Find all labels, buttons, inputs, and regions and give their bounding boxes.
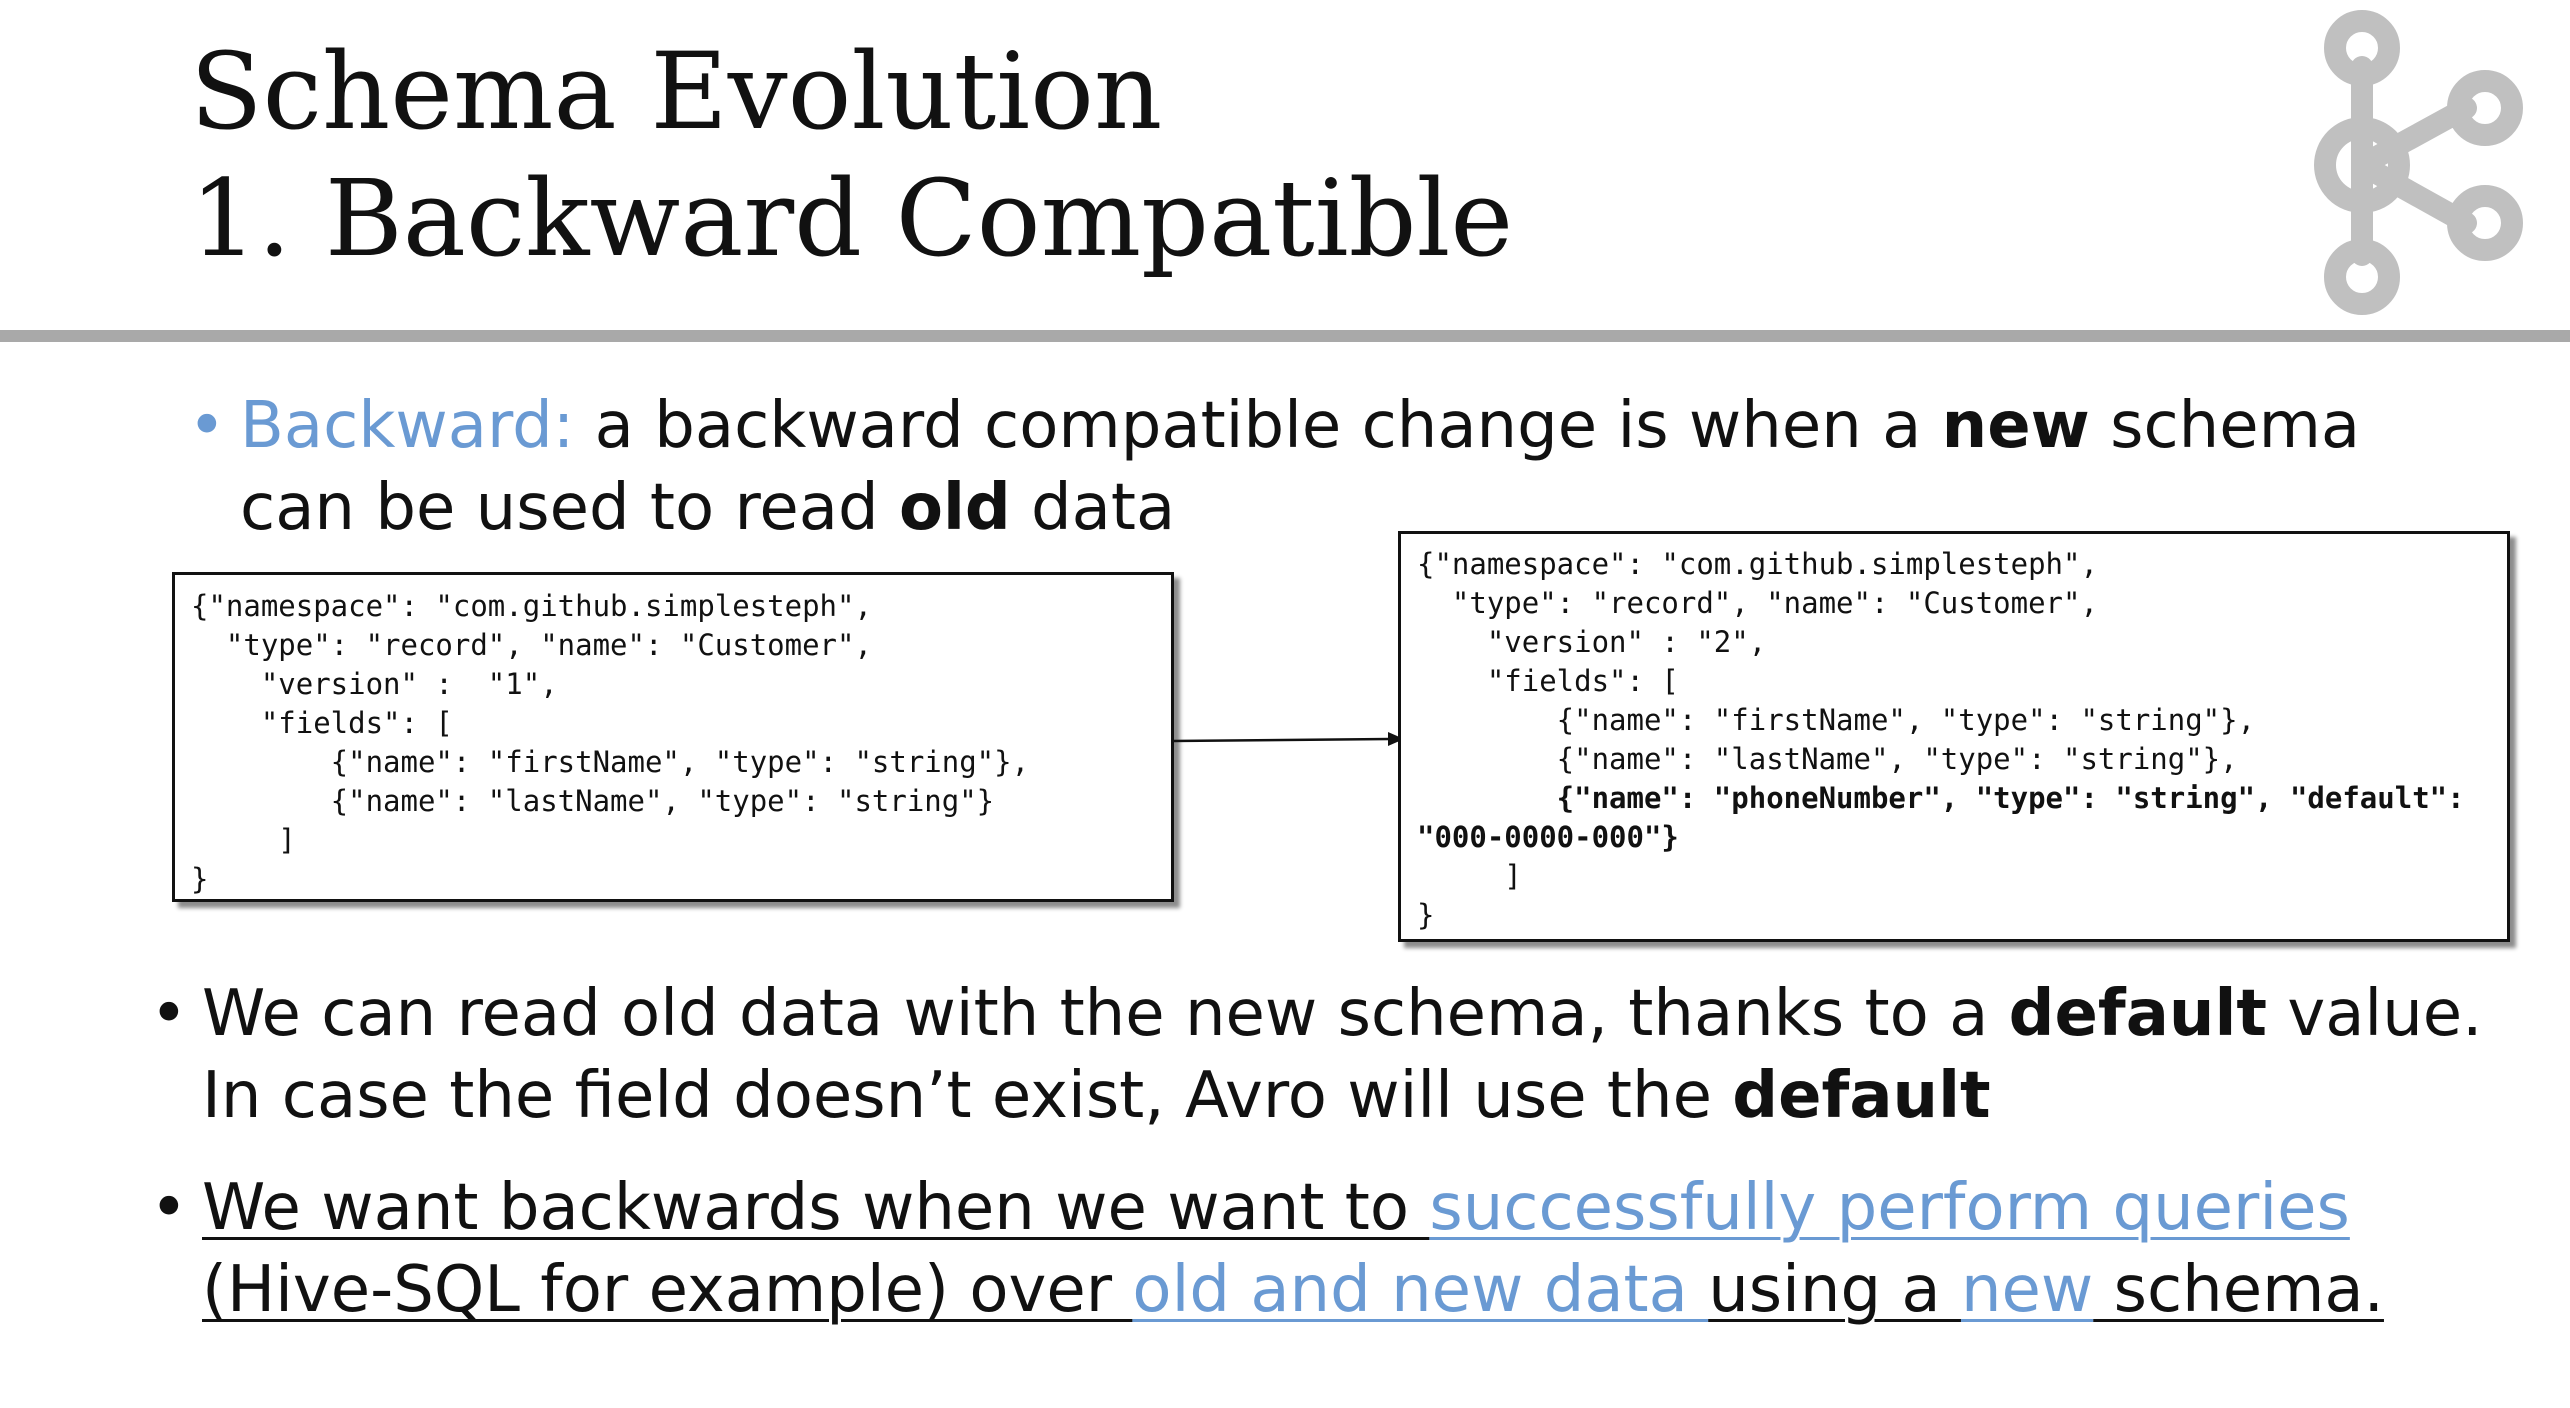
schema-v2-line: {"name": "lastName", "type": "string"}, (1417, 742, 2238, 776)
schema-v1-line: "type": "record", "name": "Customer", (191, 628, 872, 662)
schema-v2-line: ] (1417, 859, 1522, 893)
bullet3-text-c: using a (1708, 1253, 1961, 1327)
schema-v1-line: "version" : "1", (191, 667, 558, 701)
schema-v2-code-box: {"namespace": "com.github.simplesteph", … (1398, 531, 2510, 942)
schema-v1-code-box: {"namespace": "com.github.simplesteph", … (172, 572, 1174, 902)
slide-title-line-1: Schema Evolution (190, 30, 1163, 153)
link-old-and-new-data[interactable]: old and new data (1132, 1253, 1708, 1327)
evolution-arrow (1172, 732, 1404, 746)
schema-v2-line: {"name": "firstName", "type": "string"}, (1417, 703, 2256, 737)
bullet-dot: • (188, 389, 226, 463)
kafka-logo-icon (2314, 10, 2523, 315)
schema-v2-new-field-line: {"name": "phoneNumber", "type": "string"… (1417, 781, 2465, 815)
schema-v1-line: "fields": [ (191, 706, 453, 740)
schema-v1-line: {"name": "firstName", "type": "string"}, (191, 745, 1030, 779)
bullet-dot: • (150, 977, 188, 1051)
bullet1-text-a: a backward compatible change is when a (574, 389, 1942, 463)
bullet-dot: • (150, 1171, 188, 1245)
bullet3-text-d: schema. (2093, 1253, 2384, 1327)
schema-v2-line: } (1417, 898, 1435, 932)
bullet1-bold-old: old (898, 471, 1011, 545)
link-perform-queries[interactable]: successfully perform queries (1429, 1171, 2349, 1245)
slide-title-line-2: 1. Backward Compatible (190, 157, 1514, 280)
schema-v2-default-value-line: "000-0000-000"} (1417, 820, 1679, 854)
schema-v1-line: {"name": "lastName", "type": "string"} (191, 784, 995, 818)
bullet3-text-a: We want backwards when we want to (202, 1171, 1430, 1245)
title-divider (0, 330, 2570, 342)
schema-v1-line: {"namespace": "com.github.simplesteph", (191, 589, 872, 623)
schema-v2-line: "type": "record", "name": "Customer", (1417, 586, 2098, 620)
bullet3-text-b: (Hive-SQL for example) over (202, 1253, 1133, 1327)
slide-title: Schema Evolution 1. Backward Compatible (190, 28, 1513, 282)
bullet1-bold-new: new (1941, 389, 2090, 463)
bullet-backward-definition: • Backward: a backward compatible change … (188, 385, 2490, 549)
link-new[interactable]: new (1961, 1253, 2093, 1327)
bullet2-text-a: We can read old data with the new schema… (202, 977, 2009, 1051)
bullet2-bold-default: default (2008, 977, 2267, 1051)
bullet-default-value: • We can read old data with the new schem… (150, 973, 2502, 1137)
schema-v1-line: ] (191, 823, 296, 857)
backward-term: Backward: (240, 389, 575, 463)
schema-v2-line: "fields": [ (1417, 664, 1679, 698)
schema-v1-line: } (191, 862, 209, 896)
schema-v2-line: "version" : "2", (1417, 625, 1767, 659)
schema-v2-line: {"namespace": "com.github.simplesteph", (1417, 547, 2098, 581)
bullet2-bold-default-2: default (1732, 1059, 1991, 1133)
bullet-when-backwards: • We want backwards when we want to succe… (150, 1167, 2502, 1331)
bullet1-text-c: data (1010, 471, 1176, 545)
